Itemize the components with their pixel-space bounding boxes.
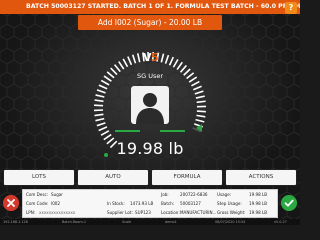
com-desc-label: Com Desc: — [26, 192, 49, 197]
gauge-tick — [94, 99, 104, 103]
gauge-tick — [168, 56, 175, 66]
batch-value: 50003127 — [180, 201, 201, 206]
job-label: Job: — [161, 192, 169, 197]
location-value: MANUFACTURIN... — [180, 210, 217, 215]
in-stock-value: 1473.93 LB — [130, 201, 154, 206]
gauge-tick — [195, 95, 205, 99]
status-ip: 192.168.1.128 — [3, 220, 28, 224]
logo-letter: V — [143, 51, 152, 64]
location-label: Location: — [161, 210, 180, 215]
gauge-tick — [113, 64, 121, 73]
lpn-label: LPN: — [26, 210, 36, 215]
app-logo: V5 — [143, 51, 159, 64]
supplier-lot-value: SUP123 — [135, 210, 151, 215]
auto-button[interactable]: AUTO — [77, 169, 149, 186]
cancel-button[interactable] — [3, 195, 19, 211]
gauge-tick — [192, 85, 202, 91]
gauge-tick — [94, 113, 104, 117]
supplier-lot-label: Supplier Lot: — [107, 210, 133, 215]
ingredient-info-panel: Com Desc: Sugar Com Code: I002 LPN: xxxx… — [22, 189, 278, 218]
gauge-tick — [196, 110, 206, 113]
com-desc-value: Sugar — [51, 192, 63, 197]
usage-value: 19.98 LB — [249, 192, 268, 197]
gauge-tick — [98, 126, 108, 132]
gauge-tick — [196, 100, 206, 104]
gauge-tick — [195, 118, 205, 123]
confirm-button[interactable] — [281, 195, 297, 211]
user-avatar-icon — [131, 86, 169, 124]
in-stock-label: In Stock: — [107, 201, 125, 206]
gauge-tick — [95, 117, 105, 122]
job-value: 200722-6836 — [180, 192, 208, 197]
gauge-tick — [172, 59, 179, 68]
ingredient-info-area: Com Desc: Sugar Com Code: I002 LPN: xxxx… — [0, 187, 300, 219]
status-station: Batch-Room-1 — [62, 220, 87, 224]
gauge-tick — [176, 61, 183, 71]
gauge-tick — [100, 79, 110, 86]
usage-label: Usage: — [217, 192, 232, 197]
user-name: SG User — [136, 72, 164, 80]
gauge-tick — [164, 54, 170, 64]
gross-weight-label: Gross Weight: — [217, 210, 246, 215]
gauge-tick — [95, 94, 105, 98]
lpn-value: xxxxxxxxxxxxxxx — [39, 210, 76, 215]
step-usage-value: 19.98 LB — [249, 201, 268, 206]
step-usage-label: Step Usage: — [217, 201, 242, 206]
gauge-tick — [127, 56, 133, 66]
actions-button[interactable]: ACTIONS — [225, 169, 297, 186]
gauge-tick — [96, 89, 106, 94]
status-datetime: 08/07/2020 15:54 — [215, 220, 246, 224]
gauge-tick — [191, 80, 200, 87]
gauge-tick — [160, 53, 165, 63]
scale-weight-readout: 19.98 lb — [116, 139, 184, 158]
formula-button[interactable]: FORMULA — [151, 169, 223, 186]
com-code-value: I002 — [51, 201, 61, 206]
gauge-tick — [194, 90, 204, 95]
action-button-row: LOTS AUTO FORMULA ACTIONS — [3, 169, 297, 186]
gauge-tick — [100, 130, 110, 136]
gauge-tick — [196, 114, 206, 118]
status-user: demo1 — [165, 220, 177, 224]
batch-label: Batch: — [161, 201, 175, 206]
gauge-tick — [96, 122, 106, 127]
gauge-tick — [122, 58, 129, 68]
gauge-tick — [118, 61, 125, 70]
status-scale: Scale — [122, 220, 132, 224]
gauge-tick — [136, 53, 141, 63]
status-bar: 192.168.1.128 Batch-Room-1 Scale demo1 0… — [0, 219, 300, 225]
gross-weight-value: 19.98 LB — [249, 210, 268, 215]
gauge-tick — [131, 54, 137, 64]
logo-digit: 5 — [151, 51, 159, 64]
lots-button[interactable]: LOTS — [3, 169, 75, 186]
com-code-label: Com Code: — [26, 201, 49, 206]
gauge-tick — [98, 84, 108, 90]
status-version: v5.0.27 — [274, 220, 287, 224]
